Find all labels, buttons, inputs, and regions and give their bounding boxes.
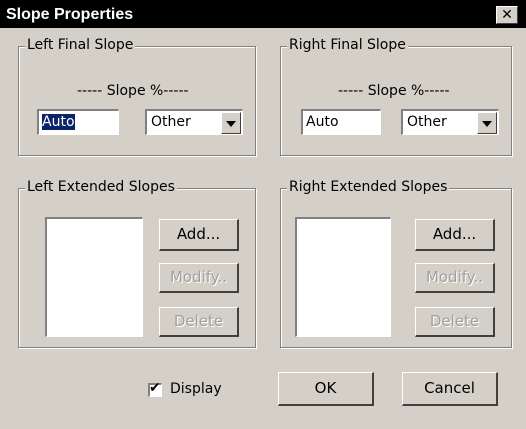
right-modify-button[interactable]: Modify.. — [415, 263, 495, 293]
right-slope-input[interactable]: Auto — [301, 109, 381, 135]
ok-button[interactable]: OK — [278, 372, 374, 406]
display-label: Display — [170, 381, 222, 397]
chevron-down-icon[interactable] — [477, 112, 497, 134]
right-slope-unit-select[interactable]: Other — [401, 109, 499, 135]
right-extended-slopes-legend: Right Extended Slopes — [287, 179, 450, 195]
cancel-button[interactable]: Cancel — [402, 372, 498, 406]
right-final-slope-group: Right Final Slope ----- Slope %----- Aut… — [280, 37, 512, 156]
chevron-down-icon[interactable] — [221, 112, 241, 134]
right-final-slope-legend: Right Final Slope — [287, 37, 408, 53]
left-add-button[interactable]: Add... — [159, 219, 239, 251]
left-slope-unit-value: Other — [151, 114, 191, 130]
window-title: Slope Properties — [6, 6, 134, 23]
right-extended-slopes-group: Right Extended Slopes Add... Modify.. De… — [280, 179, 512, 348]
right-delete-button[interactable]: Delete — [415, 307, 495, 337]
left-slope-input[interactable]: Auto — [37, 109, 119, 135]
checkmark-icon: ✔ — [149, 380, 161, 396]
close-icon: ✕ — [501, 7, 513, 23]
left-extended-slopes-group: Left Extended Slopes Add... Modify.. Del… — [18, 179, 256, 348]
left-slope-unit-select[interactable]: Other — [145, 109, 243, 135]
left-slope-value: Auto — [42, 114, 75, 130]
close-button[interactable]: ✕ — [496, 6, 518, 24]
left-final-slope-legend: Left Final Slope — [25, 37, 136, 53]
left-delete-button[interactable]: Delete — [159, 307, 239, 337]
left-extended-slopes-list[interactable] — [45, 217, 143, 337]
right-add-button[interactable]: Add... — [415, 219, 495, 251]
left-extended-slopes-legend: Left Extended Slopes — [25, 179, 177, 195]
left-modify-button[interactable]: Modify.. — [159, 263, 239, 293]
right-slope-unit-value: Other — [407, 114, 447, 130]
display-checkbox[interactable]: ✔ — [148, 380, 162, 397]
left-slope-percent-label: ----- Slope %----- — [77, 83, 189, 99]
right-extended-slopes-list[interactable] — [295, 217, 391, 337]
title-bar: Slope Properties ✕ — [0, 0, 526, 28]
right-slope-percent-label: ----- Slope %----- — [338, 83, 450, 99]
right-slope-value: Auto — [306, 114, 339, 130]
left-final-slope-group: Left Final Slope ----- Slope %----- Auto… — [18, 37, 256, 156]
